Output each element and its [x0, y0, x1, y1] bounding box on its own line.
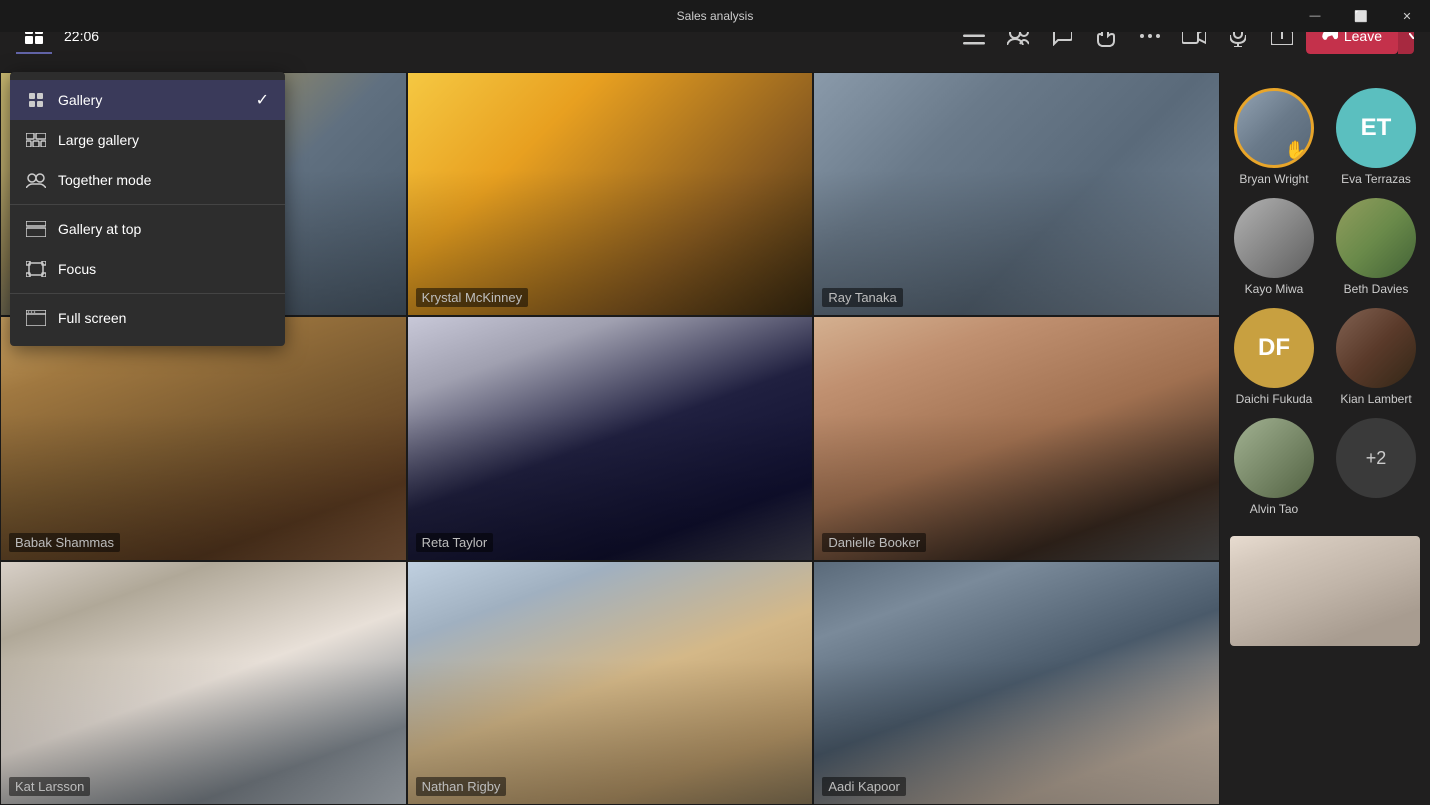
- avatar-name-kian: Kian Lambert: [1340, 392, 1411, 406]
- gallery-label: Gallery: [58, 92, 102, 108]
- fullscreen-label: Full screen: [58, 310, 126, 326]
- participant-name-ray: Ray Tanaka: [822, 288, 902, 307]
- gallery-icon: [26, 90, 46, 110]
- participant-name-aadi: Aadi Kapoor: [822, 777, 906, 796]
- avatar-name-daichi: Daichi Fukuda: [1236, 392, 1313, 406]
- video-cell-krystal: Krystal McKinney: [407, 72, 814, 316]
- sidebar-participant-kayo: Kayo Miwa: [1229, 198, 1319, 296]
- participant-name-kat: Kat Larsson: [9, 777, 90, 796]
- avatar-bryan: ✋: [1234, 88, 1314, 168]
- menu-separator: [10, 204, 285, 205]
- menu-item-fullscreen[interactable]: Full screen: [10, 298, 285, 338]
- sidebar-participant-alvin: Alvin Tao: [1229, 418, 1319, 516]
- maximize-button[interactable]: ⬜: [1338, 0, 1384, 32]
- avatar-beth: [1336, 198, 1416, 278]
- title-bar: Sales analysis — ⬜ ✕: [0, 0, 1430, 32]
- avatar-name-beth: Beth Davies: [1344, 282, 1409, 296]
- video-cell-nathan: Nathan Rigby: [407, 561, 814, 805]
- participant-name-reta: Reta Taylor: [416, 533, 494, 552]
- self-view-video: [1230, 536, 1420, 646]
- more-count: +2: [1366, 448, 1387, 469]
- together-label: Together mode: [58, 172, 151, 188]
- chevron-down-icon: [1409, 33, 1414, 39]
- sidebar-participant-bryan: ✋ Bryan Wright: [1229, 88, 1319, 186]
- menu-item-focus[interactable]: Focus: [10, 249, 285, 289]
- video-cell-kat: Kat Larsson: [0, 561, 407, 805]
- participant-name-babak: Babak Shammas: [9, 533, 120, 552]
- avatar-name-kayo: Kayo Miwa: [1245, 282, 1304, 296]
- large-gallery-label: Large gallery: [58, 132, 139, 148]
- sidebar-participant-more[interactable]: +2: [1331, 418, 1421, 516]
- menu-item-together[interactable]: Together mode: [10, 160, 285, 200]
- sidebar-participant-kian: Kian Lambert: [1331, 308, 1421, 406]
- window-controls: — ⬜ ✕: [1292, 0, 1430, 32]
- more-participants-badge[interactable]: +2: [1336, 418, 1416, 498]
- avatar-name-bryan: Bryan Wright: [1239, 172, 1308, 186]
- gallery-check: ✓: [256, 90, 269, 110]
- video-cell-reta: Reta Taylor: [407, 316, 814, 560]
- close-button[interactable]: ✕: [1384, 0, 1430, 32]
- avatar-name-alvin: Alvin Tao: [1250, 502, 1298, 516]
- avatar-kian: [1336, 308, 1416, 388]
- fullscreen-icon: [26, 308, 46, 328]
- avatar-eva: ET: [1336, 88, 1416, 168]
- avatar-kayo: [1234, 198, 1314, 278]
- more-icon: [1140, 33, 1160, 39]
- participant-name-danielle: Danielle Booker: [822, 533, 926, 552]
- menu-item-gallery[interactable]: Gallery ✓: [10, 80, 285, 120]
- avatar-name-eva: Eva Terrazas: [1341, 172, 1411, 186]
- sidebar-pair-4: Alvin Tao +2: [1229, 418, 1421, 516]
- focus-icon: [26, 259, 46, 279]
- menu-item-gallery-top[interactable]: Gallery at top: [10, 209, 285, 249]
- video-cell-aadi: Aadi Kapoor: [813, 561, 1220, 805]
- avatar-daichi: DF: [1234, 308, 1314, 388]
- together-icon: [26, 170, 46, 190]
- sidebar-participant-beth: Beth Davies: [1331, 198, 1421, 296]
- sidebar-participant-eva: ET Eva Terrazas: [1331, 88, 1421, 186]
- menu-item-large-gallery[interactable]: Large gallery: [10, 120, 285, 160]
- large-gallery-icon: [26, 130, 46, 150]
- sidebar-pair-2: Kayo Miwa Beth Davies: [1229, 198, 1421, 296]
- video-cell-ray: Ray Tanaka: [813, 72, 1220, 316]
- sidebar-pair-3: DF Daichi Fukuda Kian Lambert: [1229, 308, 1421, 406]
- view-dropdown-menu: Gallery ✓ Large gallery Together mode: [10, 72, 285, 346]
- avatar-alvin: [1234, 418, 1314, 498]
- sidebar-pair-1: ✋ Bryan Wright ET Eva Terrazas: [1229, 88, 1421, 186]
- participant-name-nathan: Nathan Rigby: [416, 777, 507, 796]
- gallery-top-label: Gallery at top: [58, 221, 141, 237]
- minimize-button[interactable]: —: [1292, 0, 1338, 32]
- sidebar: ✋ Bryan Wright ET Eva Terrazas Kayo Miwa: [1220, 72, 1430, 805]
- participant-name-krystal: Krystal McKinney: [416, 288, 528, 307]
- video-cell-danielle: Danielle Booker: [813, 316, 1220, 560]
- video-cell-babak: Babak Shammas: [0, 316, 407, 560]
- hand-raise-icon: ✋: [1285, 140, 1307, 161]
- menu-separator-2: [10, 293, 285, 294]
- sidebar-participant-daichi: DF Daichi Fukuda: [1229, 308, 1319, 406]
- gallery-top-icon: [26, 219, 46, 239]
- window-title: Sales analysis: [677, 9, 754, 23]
- focus-label: Focus: [58, 261, 96, 277]
